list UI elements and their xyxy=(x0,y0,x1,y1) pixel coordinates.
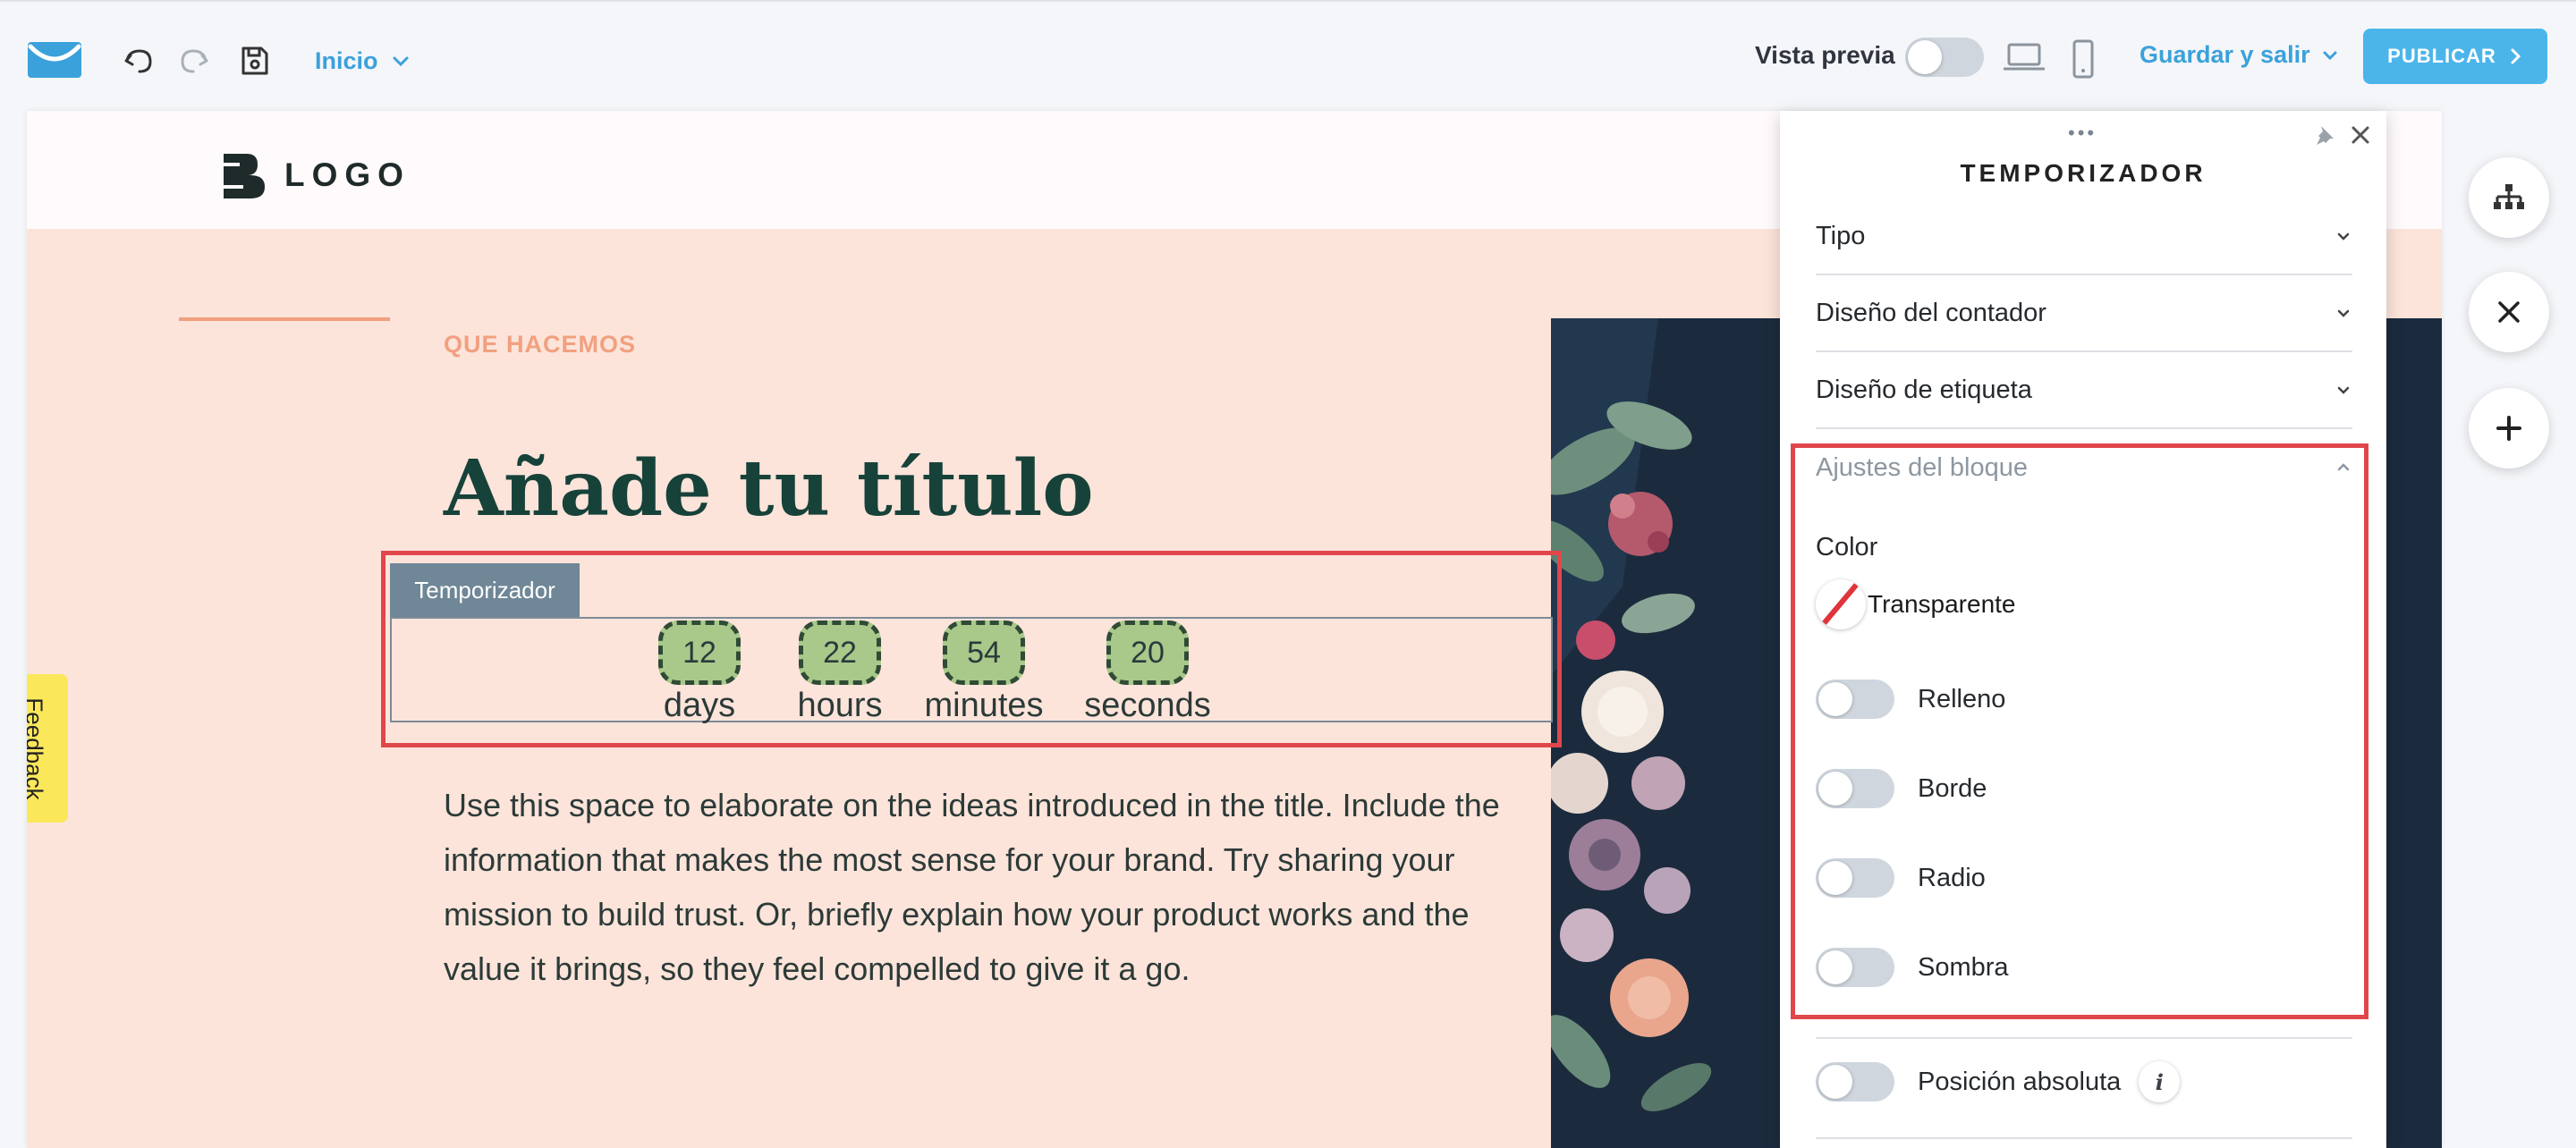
redo-icon[interactable] xyxy=(175,43,211,79)
chevron-down-icon xyxy=(2323,51,2337,60)
toggle-label: Relleno xyxy=(1918,684,2006,713)
timer-unit-label: days xyxy=(663,687,736,724)
feedback-label: Feedback xyxy=(27,696,48,800)
section-label: Diseño del contador xyxy=(1816,298,2046,327)
section-tipo[interactable]: Tipo xyxy=(1816,198,2352,275)
panel-title: TEMPORIZADOR xyxy=(1960,159,2207,187)
border-toggle[interactable] xyxy=(1816,769,1894,808)
hero-title[interactable]: Añade tu título xyxy=(444,443,1094,534)
chevron-down-icon xyxy=(2337,309,2350,317)
timer-unit-label: minutes xyxy=(924,687,1044,724)
timer-block[interactable]: 12 days 22 hours 54 minutes 20 seconds xyxy=(390,617,1553,724)
laptop-icon[interactable] xyxy=(2004,39,2045,75)
timer-settings-panel: ••• TEMPORIZADOR Tipo Diseño del contado… xyxy=(1780,111,2386,1148)
color-picker[interactable]: Transparente xyxy=(1816,579,2023,629)
close-icon xyxy=(2498,301,2520,323)
timer-unit-seconds: 20 seconds xyxy=(1082,619,1213,725)
save-and-exit-label: Guardar y salir xyxy=(2140,41,2310,68)
divider xyxy=(1816,1037,2352,1039)
timer-digit: 54 xyxy=(943,620,1025,685)
add-block-button[interactable] xyxy=(2469,388,2549,468)
close-icon[interactable] xyxy=(2347,122,2374,148)
timer-unit-label: seconds xyxy=(1084,687,1211,724)
absolute-position-row[interactable]: Posición absoluta i xyxy=(1816,1061,2181,1102)
toggle-label: Radio xyxy=(1918,863,1986,892)
pin-icon[interactable] xyxy=(2313,123,2336,147)
save-and-exit-dropdown[interactable]: Guardar y salir xyxy=(2140,41,2339,69)
page-select-label: Inicio xyxy=(315,46,378,74)
divider xyxy=(1816,1137,2352,1139)
toggle-label: Sombra xyxy=(1918,952,2009,982)
page-select-dropdown[interactable]: Inicio xyxy=(315,43,411,79)
fill-toggle[interactable] xyxy=(1816,680,1894,719)
top-toolbar: Inicio Vista previa Guardar y salir PUBL… xyxy=(0,0,2576,111)
shadow-toggle[interactable] xyxy=(1816,948,1894,987)
chevron-down-icon xyxy=(393,56,409,67)
timer-unit-minutes: 54 minutes xyxy=(921,619,1046,725)
publish-label: PUBLICAR xyxy=(2387,45,2496,67)
sitemap-icon xyxy=(2494,184,2524,209)
timer-unit-label: hours xyxy=(797,687,883,724)
timer-digit: 22 xyxy=(799,620,881,685)
section-label: Tipo xyxy=(1816,221,1866,250)
timer-units: 12 days 22 hours 54 minutes 20 seconds xyxy=(392,619,1551,724)
close-editor-button[interactable] xyxy=(2469,272,2549,352)
color-label: Color xyxy=(1816,533,1878,561)
brand-logo[interactable]: LOGO xyxy=(222,152,411,198)
transparent-swatch-icon[interactable] xyxy=(1816,579,1866,629)
logo-mark-icon xyxy=(224,154,265,198)
preview-toggle[interactable] xyxy=(1905,38,1984,77)
block-settings-highlight xyxy=(1791,443,2368,1019)
color-value: Transparente xyxy=(1868,590,2016,618)
timer-digit: 12 xyxy=(658,620,741,685)
feedback-tab[interactable]: Feedback xyxy=(27,674,68,823)
fill-toggle-row[interactable]: Relleno xyxy=(1816,680,2005,719)
site-structure-button[interactable] xyxy=(2469,157,2549,238)
info-icon[interactable]: i xyxy=(2139,1061,2181,1102)
plus-icon xyxy=(2496,416,2521,441)
toggle-label: Borde xyxy=(1918,773,1987,803)
chevron-right-icon xyxy=(2511,48,2521,64)
chevron-down-icon xyxy=(2337,386,2350,394)
section-eyebrow[interactable]: QUE HACEMOS xyxy=(444,331,636,359)
timer-digit: 20 xyxy=(1106,620,1189,685)
preview-label: Vista previa xyxy=(1755,41,1895,69)
timer-unit-days: 12 days xyxy=(658,619,741,725)
drag-handle-icon[interactable]: ••• xyxy=(2068,123,2097,143)
shadow-toggle-row[interactable]: Sombra xyxy=(1816,948,2009,987)
absolute-position-toggle[interactable] xyxy=(1816,1062,1894,1102)
toggle-label: Posición absoluta xyxy=(1918,1067,2122,1096)
mobile-icon[interactable] xyxy=(2072,39,2095,79)
body-paragraph[interactable]: Use this space to elaborate on the ideas… xyxy=(444,778,1517,996)
undo-icon[interactable] xyxy=(122,43,157,79)
radius-toggle[interactable] xyxy=(1816,858,1894,898)
logo-text: LOGO xyxy=(284,156,411,193)
getresponse-logo-icon[interactable] xyxy=(27,41,82,79)
timer-block-tab[interactable]: Temporizador xyxy=(390,563,580,617)
save-icon[interactable] xyxy=(236,43,272,79)
border-toggle-row[interactable]: Borde xyxy=(1816,769,1987,808)
radius-toggle-row[interactable]: Radio xyxy=(1816,858,1986,898)
publish-button[interactable]: PUBLICAR xyxy=(2363,29,2547,84)
timer-unit-hours: 22 hours xyxy=(795,619,885,725)
section-label: Diseño de etiqueta xyxy=(1816,375,2032,404)
chevron-down-icon xyxy=(2337,232,2350,241)
accent-divider xyxy=(179,317,390,321)
section-counter-design[interactable]: Diseño del contador xyxy=(1816,275,2352,352)
section-label-design[interactable]: Diseño de etiqueta xyxy=(1816,352,2352,429)
